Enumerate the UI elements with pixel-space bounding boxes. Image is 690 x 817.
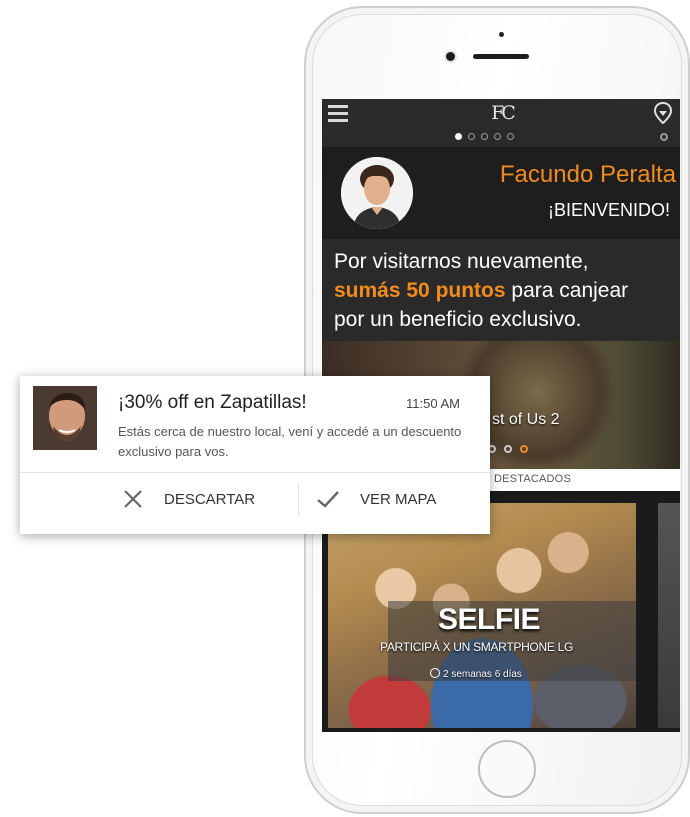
points-promo: Por visitarnos nuevamente, sumás 50 punt…: [322, 239, 680, 341]
dismiss-label: DESCARTAR: [164, 490, 256, 508]
user-avatar-image: [341, 157, 413, 229]
notification-title: ¡30% off en Zapatillas!: [118, 392, 307, 413]
view-map-label: VER MAPA: [360, 490, 437, 508]
clock-icon: [430, 668, 440, 678]
page-dot[interactable]: [455, 133, 462, 140]
notification-body: Estás cerca de nuestro local, vení y acc…: [118, 424, 462, 459]
view-map-button[interactable]: VER MAPA: [316, 473, 436, 525]
page-dot[interactable]: [494, 133, 501, 140]
promo-line-2-rest: para canjear: [505, 279, 629, 302]
top-bar: FC: [322, 99, 680, 130]
location-pin-icon[interactable]: [653, 102, 673, 124]
earpiece-speaker: [473, 54, 529, 59]
app-logo: FC: [491, 102, 516, 124]
banner-title: st of Us 2: [492, 411, 560, 428]
tab-featured[interactable]: DESTACADOS: [494, 473, 571, 485]
card-title: SELFIE: [438, 603, 541, 636]
proximity-sensor: [499, 32, 504, 37]
card-duration: 2 semanas 6 días: [430, 668, 522, 680]
card-duration-text: 2 semanas 6 días: [443, 669, 522, 680]
promo-line-3: por un beneficio exclusivo.: [334, 308, 582, 331]
page-indicator: [455, 133, 514, 143]
action-separator: [298, 482, 299, 516]
push-notification[interactable]: ¡30% off en Zapatillas! 11:50 AM Estás c…: [20, 376, 490, 534]
card-subtitle: PARTICIPÁ X UN SMARTPHONE LG: [380, 640, 573, 654]
notification-avatar-image: [33, 386, 97, 450]
selfie-contest-card[interactable]: SELFIE PARTICIPÁ X UN SMARTPHONE LG 2 se…: [328, 503, 636, 728]
welcome-greeting: ¡BIENVENIDO!: [547, 200, 670, 220]
banner-carousel-dots: [488, 445, 528, 453]
user-avatar: [341, 157, 413, 229]
promo-line-1: Por visitarnos nuevamente,: [334, 250, 589, 273]
menu-icon[interactable]: [328, 105, 348, 123]
checkmark-icon: [317, 491, 339, 508]
home-button[interactable]: [478, 740, 536, 798]
notification-avatar: [33, 386, 97, 450]
dismiss-button[interactable]: DESCARTAR: [122, 473, 255, 525]
user-name: Facundo Peralta: [499, 161, 676, 188]
notification-time: 11:50 AM: [406, 396, 460, 411]
close-icon: [124, 490, 142, 508]
page-dot[interactable]: [507, 133, 514, 140]
promo-line-2: sumás 50 puntos para canjear: [334, 276, 672, 305]
front-camera: [446, 52, 455, 61]
points-highlight: sumás 50 puntos: [334, 279, 506, 302]
page-dot[interactable]: [481, 133, 488, 140]
page-dot[interactable]: [468, 133, 475, 140]
settings-dot-icon[interactable]: [660, 133, 668, 141]
carousel-dot[interactable]: [504, 445, 512, 453]
carousel-dot-active[interactable]: [520, 445, 528, 453]
pager-strip: [322, 129, 680, 147]
welcome-section: Facundo Peralta ¡BIENVENIDO!: [322, 147, 680, 239]
